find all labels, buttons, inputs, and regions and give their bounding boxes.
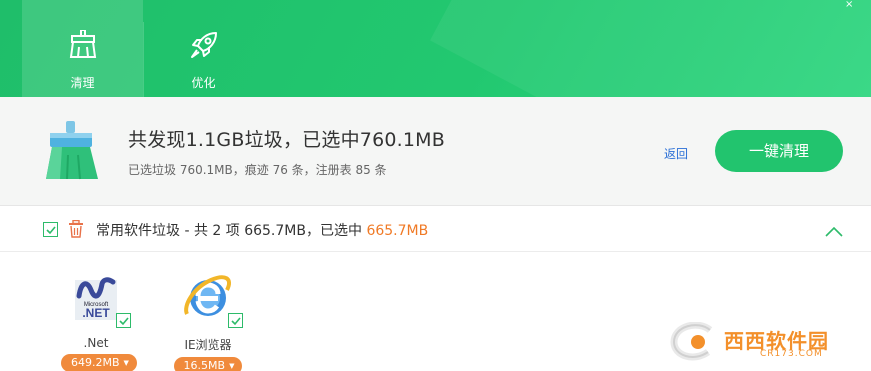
- item-size-value: 16.5MB: [183, 359, 226, 371]
- scan-result-detail: 已选垃圾 760.1MB，痕迹 76 条，注册表 85 条: [128, 163, 387, 177]
- item-checkbox[interactable]: [116, 313, 131, 328]
- top-nav-bar: 清理 优化 ×: [0, 0, 871, 97]
- item-size-value: 649.2MB: [71, 356, 120, 369]
- ie-icon: [181, 270, 243, 328]
- category-row-common-software: 常用软件垃圾 - 共 2 项 665.7MB，已选中 665.7MB: [0, 206, 871, 252]
- watermark-subtext: CR173.COM: [760, 349, 823, 359]
- tab-clean[interactable]: 清理: [22, 0, 143, 97]
- item-name: .Net: [83, 336, 109, 350]
- category-selected-size: 665.7MB: [366, 223, 429, 239]
- tab-optimize-label: 优化: [191, 76, 216, 90]
- broom-icon: [68, 29, 98, 62]
- list-item-ie[interactable]: IE浏览器 16.5MB ▼: [173, 270, 243, 371]
- rocket-icon: [189, 30, 219, 64]
- item-name: IE浏览器: [184, 338, 232, 352]
- one-click-clean-button[interactable]: 一键清理: [715, 130, 843, 172]
- category-checkbox[interactable]: [43, 222, 58, 237]
- back-link[interactable]: 返回: [664, 145, 688, 162]
- category-label: 常用软件垃圾 - 共 2 项 665.7MB，已选中 665.7MB: [96, 220, 428, 240]
- item-size-dropdown[interactable]: 16.5MB ▼: [173, 357, 243, 371]
- caret-down-icon: ▼: [229, 362, 235, 370]
- watermark-swirl-icon: [670, 321, 713, 361]
- category-label-text: 常用软件垃圾 - 共 2 项 665.7MB，已选中: [96, 223, 367, 239]
- tab-optimize[interactable]: 优化: [143, 0, 264, 97]
- trash-icon[interactable]: [68, 219, 84, 242]
- svg-text:.NET: .NET: [82, 306, 110, 320]
- scan-summary-panel: 共发现1.1GB垃圾，已选中760.1MB 已选垃圾 760.1MB，痕迹 76…: [0, 97, 871, 206]
- watermark-logo: 西西软件园 CR173.COM: [668, 321, 852, 362]
- dotnet-icon: Microsoft .NET: [69, 270, 131, 328]
- tab-clean-label: 清理: [70, 76, 95, 90]
- broom-illustration-icon: [40, 121, 102, 185]
- cleaner-window: 清理 优化 × 共发现1.1GB垃圾，已选中760.1MB 已选垃圾 760.1…: [0, 0, 871, 371]
- scan-result-title: 共发现1.1GB垃圾，已选中760.1MB: [128, 129, 445, 151]
- list-item-dotnet[interactable]: Microsoft .NET .Net 649.2MB ▼: [61, 270, 137, 371]
- item-size-dropdown[interactable]: 649.2MB ▼: [61, 354, 137, 371]
- chevron-up-icon[interactable]: [825, 222, 843, 241]
- caret-down-icon: ▼: [123, 359, 129, 367]
- close-icon[interactable]: ×: [845, 0, 859, 10]
- item-checkbox[interactable]: [228, 313, 243, 328]
